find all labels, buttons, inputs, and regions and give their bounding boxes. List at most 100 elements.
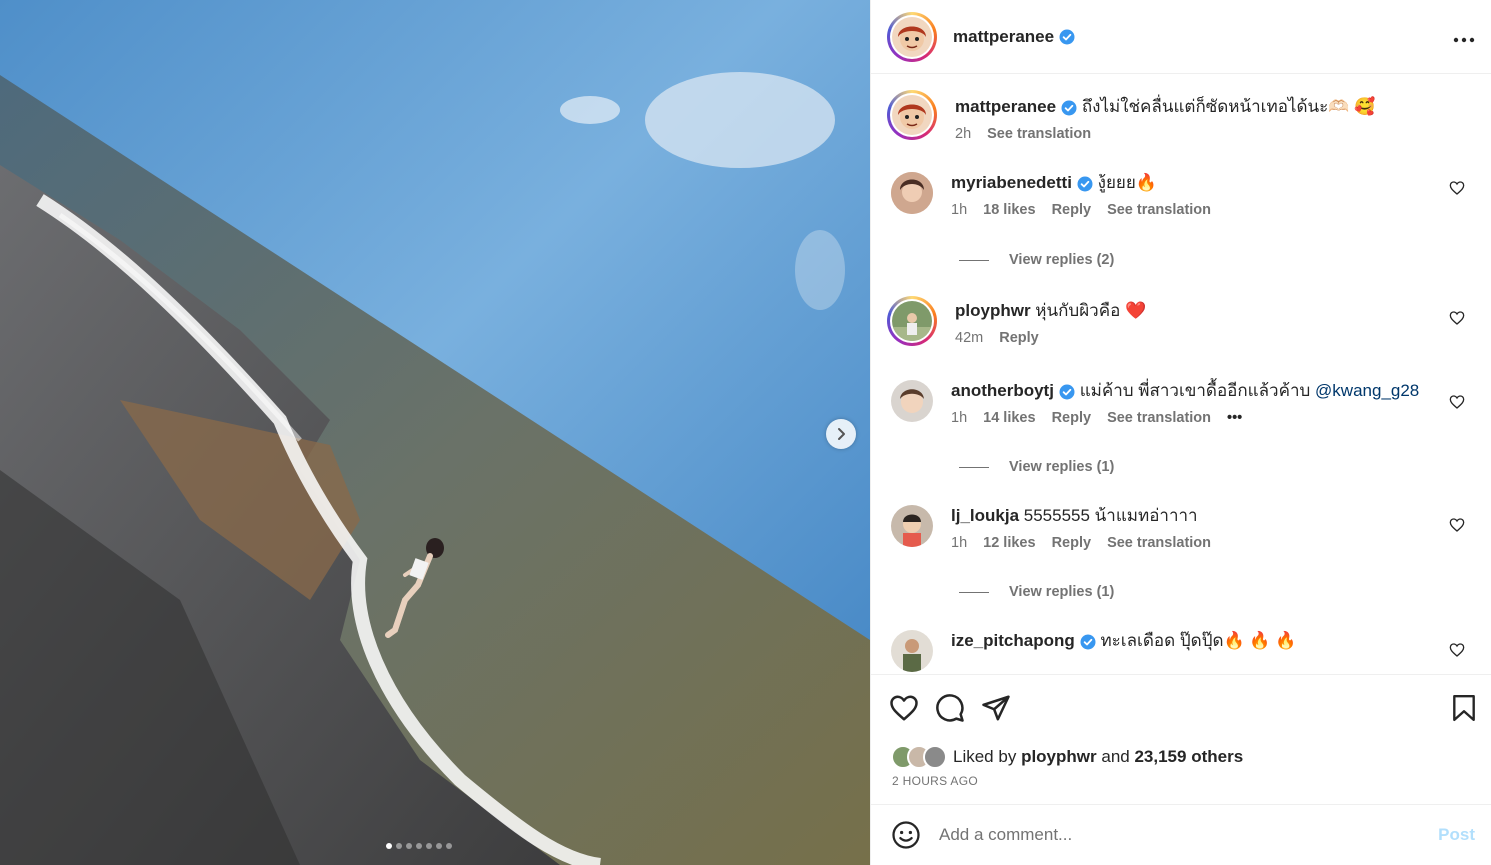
commenter-avatar[interactable] (887, 296, 937, 346)
like-button[interactable] (889, 693, 919, 723)
verified-icon (1059, 384, 1075, 400)
post-side-panel: mattperanee mattperanee ถึงไม่ใช่คลื่นแต… (870, 0, 1491, 865)
comment-likes[interactable]: 12 likes (983, 535, 1035, 551)
like-comment-button[interactable] (1449, 517, 1465, 538)
comment-time[interactable]: 1h (951, 535, 967, 551)
post-comment-button[interactable]: Post (1438, 825, 1475, 845)
post-timestamp[interactable]: 2 HOURS AGO (892, 774, 978, 788)
carousel-dot (426, 843, 432, 849)
save-button[interactable] (1451, 694, 1477, 722)
see-translation-link[interactable]: See translation (987, 126, 1091, 142)
see-translation-link[interactable]: See translation (1107, 202, 1211, 218)
comment-item: myriabenedetti งู้ยยย🔥 1h 18 likes Reply… (887, 172, 1479, 218)
comment-item: ployphwr หุ่นกับผิวคือ ❤️ 42m Reply (887, 296, 1479, 346)
commenter-avatar[interactable] (891, 505, 933, 547)
reply-button[interactable]: Reply (999, 330, 1039, 346)
carousel-dot (446, 843, 452, 849)
reply-button[interactable]: Reply (1052, 202, 1092, 218)
comment-text: ทะเลเดือด ปุ๊ดปุ๊ด🔥 🔥 🔥 (1100, 631, 1297, 650)
see-translation-link[interactable]: See translation (1107, 535, 1211, 551)
caption-username[interactable]: mattperanee (955, 97, 1056, 116)
view-replies-button[interactable]: View replies (1) (959, 459, 1114, 475)
instagram-post-modal: mattperanee mattperanee ถึงไม่ใช่คลื่นแต… (0, 0, 1491, 865)
comment-icon (936, 694, 964, 722)
next-photo-button[interactable] (826, 419, 856, 449)
emoji-button[interactable] (891, 820, 921, 850)
comment-username[interactable]: ize_pitchapong (951, 631, 1075, 650)
beach-photo (0, 0, 870, 865)
caption: mattperanee ถึงไม่ใช่คลื่นแต่ก็ซัดหน้าเท… (887, 90, 1479, 142)
comment-username[interactable]: ployphwr (955, 301, 1031, 320)
verified-icon (1077, 176, 1093, 192)
emoji-icon (892, 821, 920, 849)
comment-more-button[interactable]: ••• (1227, 410, 1242, 426)
caption-avatar[interactable] (887, 90, 937, 140)
comment-time[interactable]: 1h (951, 410, 967, 426)
verified-icon (1061, 100, 1077, 116)
comment-time[interactable]: 1h (951, 202, 967, 218)
add-comment-bar: Post (871, 804, 1491, 865)
caption-time[interactable]: 2h (955, 126, 971, 142)
comment-username[interactable]: lj_loukja (951, 506, 1019, 525)
carousel-dot (396, 843, 402, 849)
share-icon (982, 695, 1010, 721)
comments-list[interactable]: mattperanee ถึงไม่ใช่คลื่นแต่ก็ซัดหน้าเท… (871, 74, 1491, 674)
carousel-dot (436, 843, 442, 849)
comment-item: ize_pitchapong ทะเลเดือด ปุ๊ดปุ๊ด🔥 🔥 🔥 (887, 630, 1479, 672)
share-button[interactable] (981, 693, 1011, 723)
comment-item: anotherboytj แม่ค้าบ พี่สาวเขาดื้ออีกแล้… (887, 380, 1479, 426)
view-replies-button[interactable]: View replies (1) (959, 584, 1114, 600)
carousel-indicator (386, 843, 452, 849)
heart-icon (1449, 395, 1465, 409)
comment-time[interactable]: 42m (955, 330, 983, 346)
verified-icon (1059, 29, 1075, 44)
verified-icon (1080, 634, 1096, 650)
reply-button[interactable]: Reply (1052, 535, 1092, 551)
bookmark-icon (1453, 694, 1475, 722)
comment-likes[interactable]: 18 likes (983, 202, 1035, 218)
commenter-avatar[interactable] (891, 630, 933, 672)
like-comment-button[interactable] (1449, 310, 1465, 331)
heart-icon (890, 695, 918, 721)
comment-text: แม่ค้าบ พี่สาวเขาดื้ออีกแล้วค้าบ (1079, 381, 1316, 400)
liked-count[interactable]: 23,159 others (1134, 747, 1243, 767)
post-actions: Liked by ployphwr and 23,159 others 2 HO… (871, 674, 1491, 804)
comment-text: งู้ยยย🔥 (1097, 173, 1158, 192)
comment-button[interactable] (935, 693, 965, 723)
mention-link[interactable]: @kwang_g28 (1315, 381, 1419, 400)
caption-text: ถึงไม่ใช่คลื่นแต่ก็ซัดหน้าเทอได้นะ🫶🏻 🥰 (1081, 97, 1376, 116)
more-options-button[interactable] (1453, 31, 1475, 43)
heart-icon (1449, 643, 1465, 657)
commenter-avatar[interactable] (891, 172, 933, 214)
heart-icon (1449, 181, 1465, 195)
like-comment-button[interactable] (1449, 642, 1465, 663)
author-username[interactable]: mattperanee (953, 27, 1054, 47)
comment-item: lj_loukja 5555555 น้าแมทอ่าาาา 1h 12 lik… (887, 505, 1479, 551)
comment-input[interactable] (939, 825, 1439, 845)
heart-icon (1449, 311, 1465, 325)
reply-button[interactable]: Reply (1052, 410, 1092, 426)
carousel-dot (386, 843, 392, 849)
comment-username[interactable]: myriabenedetti (951, 173, 1072, 192)
liked-and-label: and (1101, 747, 1130, 766)
liked-by-label: Liked by (953, 747, 1017, 766)
liked-by-user[interactable]: ployphwr (1021, 747, 1097, 767)
like-comment-button[interactable] (1449, 180, 1465, 201)
carousel-dot (406, 843, 412, 849)
comment-text: หุ่นกับผิวคือ ❤️ (1035, 301, 1147, 320)
carousel-dot (416, 843, 422, 849)
liker-avatars[interactable] (891, 745, 947, 769)
heart-icon (1449, 518, 1465, 532)
comment-text: 5555555 น้าแมทอ่าาาา (1023, 506, 1198, 525)
comment-likes[interactable]: 14 likes (983, 410, 1035, 426)
view-replies-button[interactable]: View replies (2) (959, 252, 1114, 268)
post-header: mattperanee (871, 0, 1491, 74)
see-translation-link[interactable]: See translation (1107, 410, 1211, 426)
comment-username[interactable]: anotherboytj (951, 381, 1054, 400)
likes-summary: Liked by ployphwr and 23,159 others (891, 745, 1243, 769)
commenter-avatar[interactable] (891, 380, 933, 422)
chevron-right-icon (838, 428, 845, 440)
like-comment-button[interactable] (1449, 394, 1465, 415)
author-avatar[interactable] (887, 11, 937, 62)
more-icon (1453, 37, 1475, 42)
